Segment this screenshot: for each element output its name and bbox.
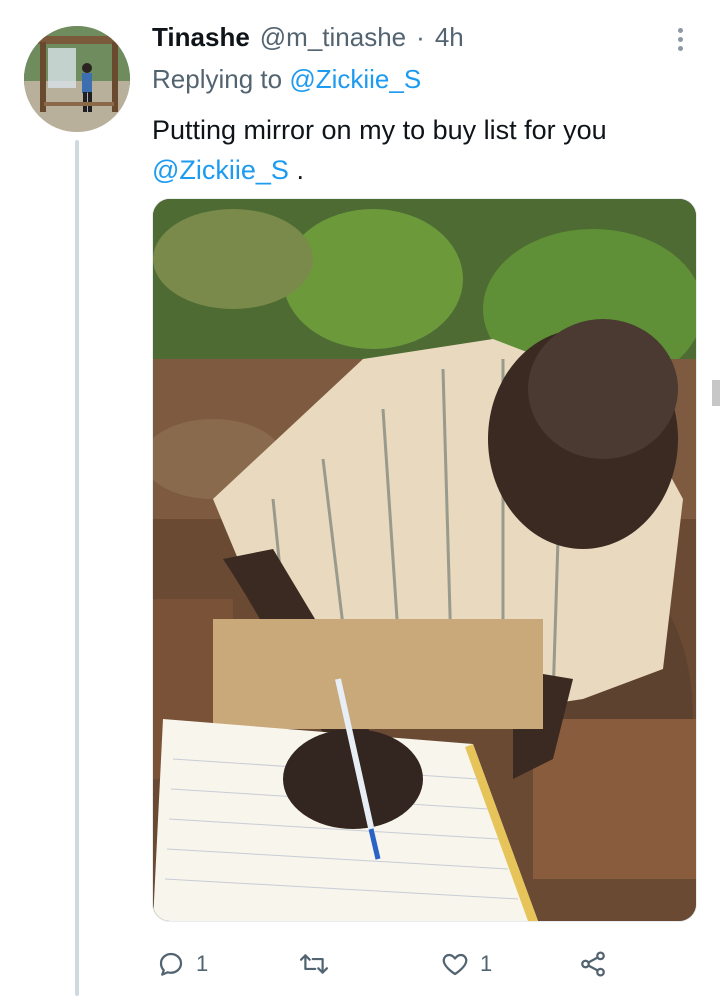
tweet-header: Tinashe @m_tinashe · 4h: [152, 22, 464, 56]
author-handle[interactable]: @m_tinashe: [260, 22, 406, 53]
scrollbar-thumb[interactable]: [712, 380, 720, 406]
retweet-icon: [299, 954, 329, 974]
thread-line: [75, 140, 79, 996]
replying-prefix: Replying to: [152, 64, 283, 94]
reply-icon: [159, 952, 183, 976]
like-button[interactable]: 1: [440, 944, 492, 984]
photo-man-writing: [153, 199, 696, 921]
tweet-mention-link[interactable]: @Zickiie_S: [152, 155, 289, 185]
like-count: 1: [480, 951, 493, 976]
heart-icon: [442, 953, 468, 976]
header-separator: ·: [416, 22, 425, 52]
avatar[interactable]: [24, 26, 130, 132]
share-button[interactable]: [578, 944, 608, 984]
tweet-time[interactable]: 4h: [435, 22, 464, 53]
tweet-actions: 1 1: [152, 944, 692, 984]
avatar-photo: [24, 26, 130, 132]
author-name[interactable]: Tinashe: [152, 22, 250, 53]
tweet-text: Putting mirror on my to buy list for you…: [152, 110, 692, 190]
tweet-text-end: .: [296, 155, 304, 185]
tweet-text-main: Putting mirror on my to buy list for you: [152, 115, 607, 145]
reply-button[interactable]: 1: [156, 944, 208, 984]
replying-to-link[interactable]: @Zickiie_S: [289, 64, 421, 94]
replying-to: Replying to @Zickiie_S: [152, 64, 421, 95]
retweet-button[interactable]: [298, 944, 340, 984]
tweet-photo[interactable]: [152, 198, 697, 922]
share-icon: [581, 951, 605, 977]
more-vertical-icon[interactable]: [668, 22, 692, 56]
reply-count: 1: [196, 951, 209, 976]
